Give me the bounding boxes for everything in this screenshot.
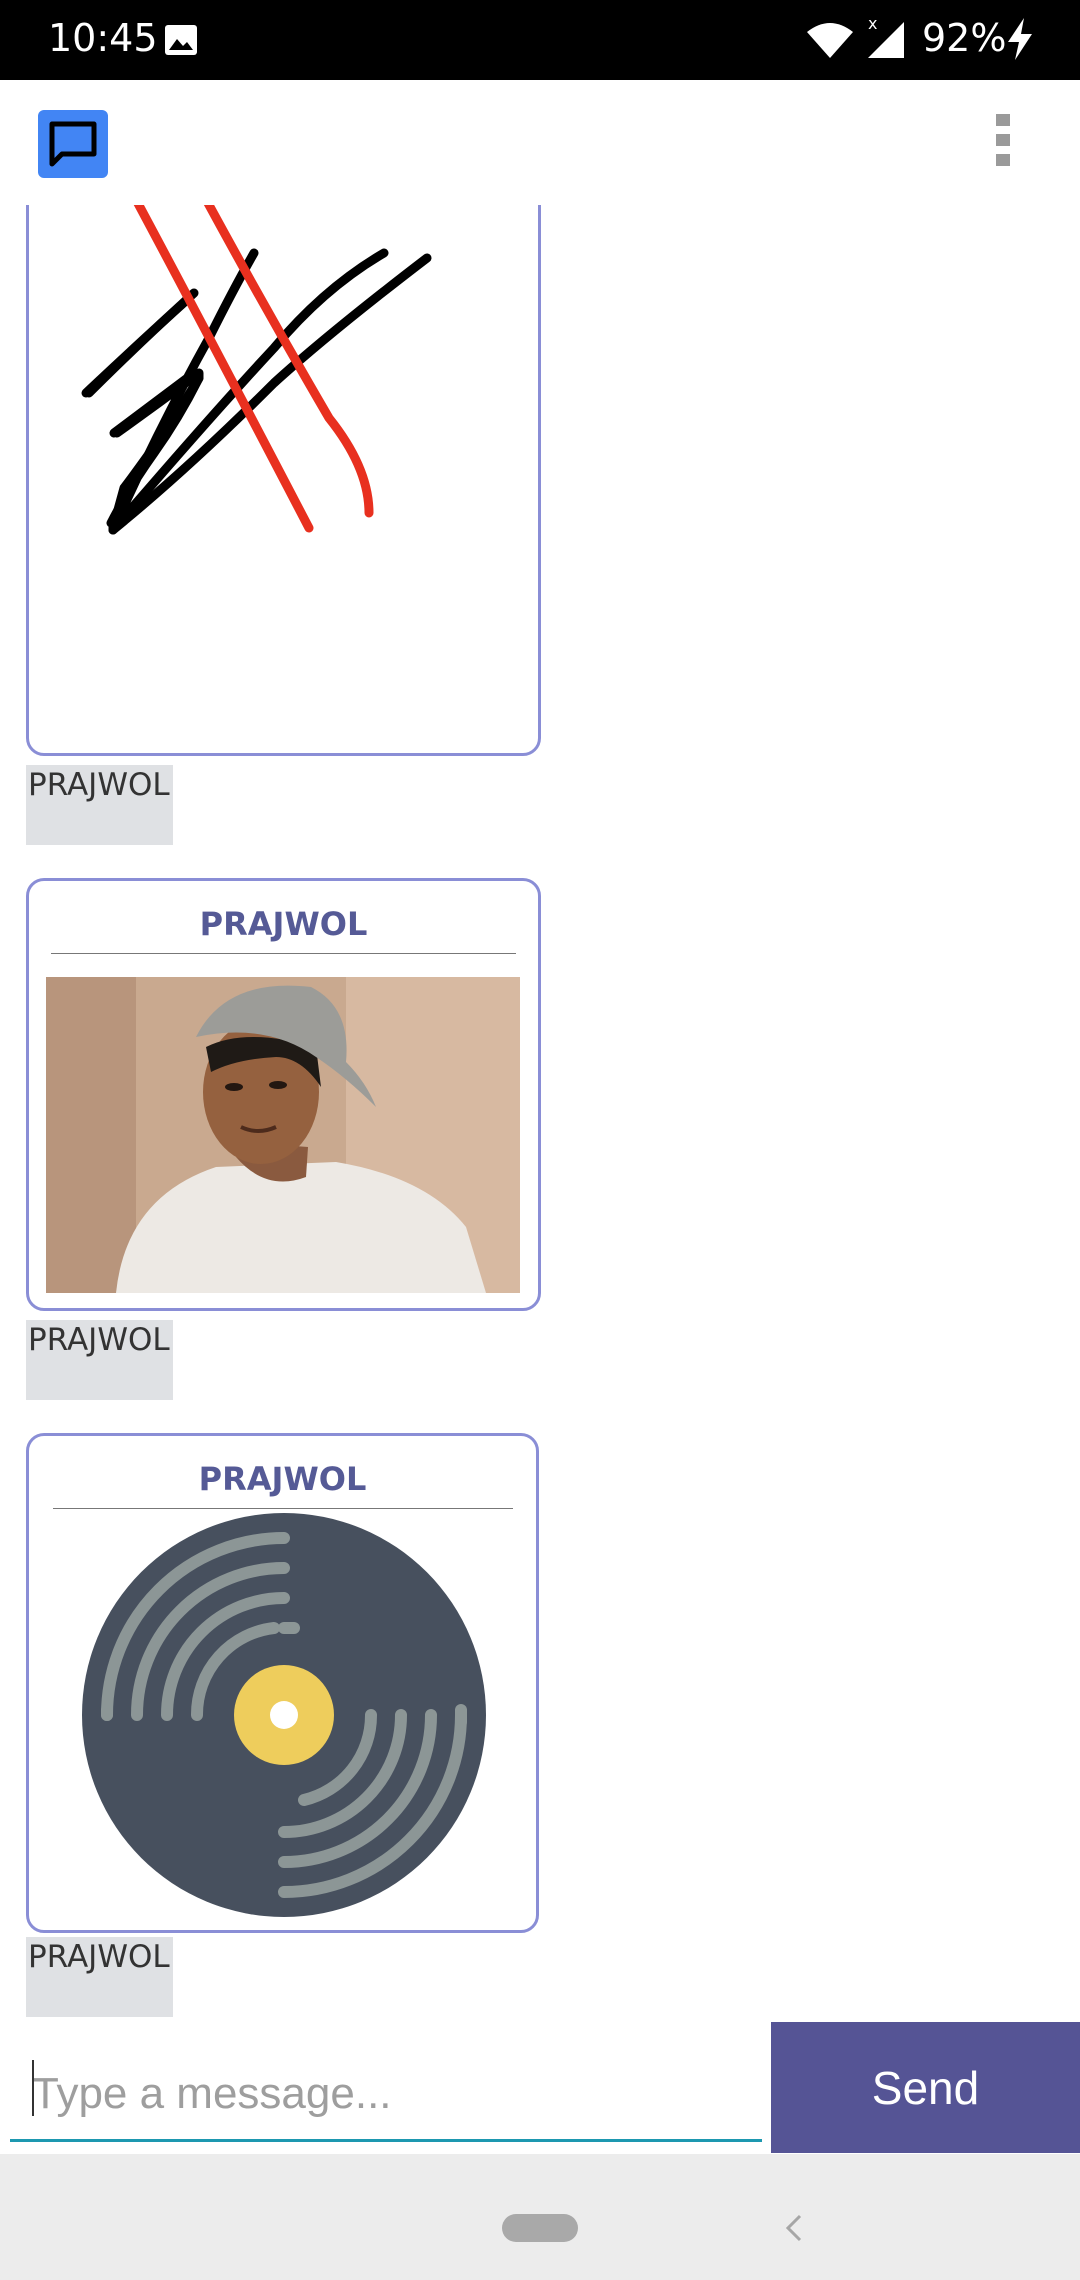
card-divider [51, 953, 516, 954]
drawing-sketch [81, 205, 432, 535]
chat-bubble-icon[interactable] [38, 110, 108, 178]
home-pill-icon[interactable] [502, 2214, 578, 2242]
sender-label: PRAJWOL [26, 1937, 173, 2017]
app-bar [0, 80, 1080, 205]
photo-message-card[interactable]: PRAJWOL [26, 878, 541, 1311]
profile-photo[interactable] [46, 977, 520, 1293]
card-title: PRAJWOL [199, 905, 368, 943]
audio-message-card[interactable]: PRAJWOL [26, 1433, 539, 1933]
composer-bar: Send [0, 2022, 1080, 2154]
sender-label: PRAJWOL [26, 765, 173, 845]
drawing-message-card[interactable] [26, 205, 541, 756]
status-time: 10:45 [48, 16, 158, 60]
vinyl-record-icon[interactable] [79, 1510, 489, 1920]
card-title: PRAJWOL [198, 1460, 367, 1498]
sender-label: PRAJWOL [26, 1320, 173, 1400]
wifi-icon [807, 23, 853, 58]
message-input[interactable] [10, 2022, 762, 2142]
system-nav-bar [0, 2154, 1080, 2280]
back-icon[interactable] [780, 2208, 810, 2248]
card-divider [53, 1508, 513, 1509]
status-bar: 10:45 x 92% [0, 0, 1080, 80]
message-list[interactable]: PRAJWOL PRAJWOL PRAJWOL PRAJWOL PRAJWOL [0, 205, 1080, 2022]
charging-icon [1008, 18, 1032, 60]
overflow-menu-icon[interactable] [996, 114, 1016, 174]
signal-icon [868, 22, 904, 58]
battery-level: 92% [922, 16, 1007, 60]
text-cursor [32, 2060, 34, 2116]
send-button[interactable]: Send [771, 2022, 1080, 2153]
gallery-icon [165, 25, 197, 55]
